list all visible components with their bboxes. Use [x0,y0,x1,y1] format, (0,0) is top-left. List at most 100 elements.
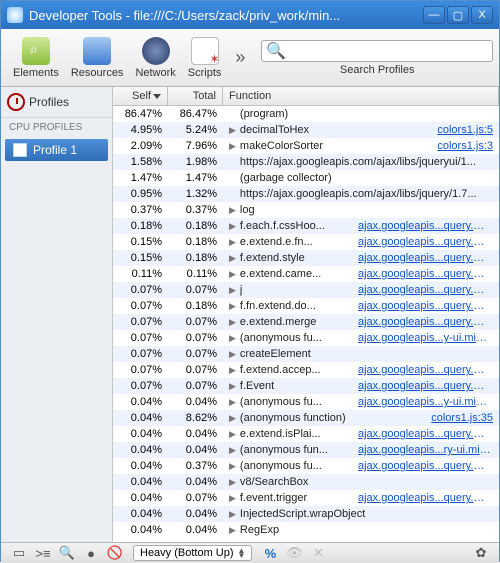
cell-self: 0.04% [113,444,168,456]
record-icon[interactable]: ● [83,545,99,561]
expand-icon[interactable]: ▶ [229,301,236,312]
table-row[interactable]: 0.07%0.07%▶jajax.googleapis...query.min.… [113,282,499,298]
minimize-button[interactable]: — [423,6,445,24]
expand-icon[interactable]: ▶ [229,493,236,504]
expand-icon[interactable]: ▶ [229,317,236,328]
expand-icon[interactable]: ▶ [229,349,236,360]
col-self[interactable]: Self [113,87,168,105]
source-link[interactable]: ajax.googleapis...ry-ui.min.js:9 [358,444,493,456]
source-link[interactable]: ajax.googleapis...query.min.js:2 [358,284,493,296]
drawer-icon[interactable]: >≡ [35,545,51,561]
table-row[interactable]: 0.04%0.04%▶(anonymous fun...ajax.googlea… [113,442,499,458]
source-link[interactable]: colors1.js:5 [437,124,493,136]
source-link[interactable]: ajax.googleapis...query.min.js:4 [358,252,493,264]
expand-icon[interactable]: ▶ [229,509,236,520]
table-row[interactable]: 0.07%0.07%▶f.Eventajax.googleapis...quer… [113,378,499,394]
table-row[interactable]: 86.47%86.47%▶(program) [113,106,499,122]
table-row[interactable]: 0.07%0.07%▶createElement [113,346,499,362]
expand-icon[interactable]: ▶ [229,253,236,264]
focus-icon[interactable]: 👁 [286,545,302,561]
expand-icon[interactable]: ▶ [229,381,236,392]
search-input[interactable] [289,44,488,58]
source-link[interactable]: ajax.googleapis...query.min.js:3 [358,380,493,392]
source-link[interactable]: ajax.googleapis...query.min.js:2 [358,268,493,280]
table-row[interactable]: 0.04%0.37%▶(anonymous fu...ajax.googleap… [113,458,499,474]
table-row[interactable]: 0.04%0.07%▶f.event.triggerajax.googleapi… [113,490,499,506]
table-row[interactable]: 0.15%0.18%▶f.extend.styleajax.googleapis… [113,250,499,266]
percent-toggle[interactable]: % [262,545,278,561]
expand-icon[interactable]: ▶ [229,365,236,376]
source-link[interactable]: ajax.googleapis...query.min.js:3 [358,492,493,504]
source-link[interactable]: ajax.googleapis...query.min.js:2 [358,364,493,376]
expand-icon[interactable]: ▶ [229,477,236,488]
source-link[interactable]: ajax.googleapis...query.min.js:2 [358,460,493,472]
col-function[interactable]: Function [223,87,499,105]
source-link[interactable]: ajax.googleapis...query.min.js:4 [358,220,493,232]
expand-icon[interactable]: ▶ [229,397,236,408]
cell-function: ▶(anonymous fun...ajax.googleapis...ry-u… [223,444,499,456]
source-link[interactable]: colors1.js:3 [437,140,493,152]
view-select[interactable]: Heavy (Bottom Up) ▲▼ [133,545,252,561]
table-row[interactable]: 0.04%0.04%▶v8/SearchBox [113,474,499,490]
table-row[interactable]: 0.37%0.37%▶log [113,202,499,218]
source-link[interactable]: ajax.googleapis...query.min.js:2 [358,236,493,248]
expand-icon[interactable]: ▶ [229,141,236,152]
table-row[interactable]: 1.47%1.47%▶(garbage collector) [113,170,499,186]
table-row[interactable]: 0.11%0.11%▶e.extend.came...ajax.googleap… [113,266,499,282]
table-row[interactable]: 0.18%0.18%▶f.each.f.cssHoo...ajax.google… [113,218,499,234]
source-link[interactable]: ajax.googleapis...query.min.js:2 [358,428,493,440]
console-icon[interactable]: ▭ [11,545,27,561]
table-row[interactable]: 1.58%1.98%▶https://ajax.googleapis.com/a… [113,154,499,170]
settings-icon[interactable]: ✿ [473,545,489,561]
more-tabs-button[interactable]: » [235,47,245,68]
maximize-button[interactable]: ▢ [447,6,469,24]
table-row[interactable]: 0.15%0.18%▶e.extend.e.fn...ajax.googleap… [113,234,499,250]
table-row[interactable]: 0.04%0.04%▶(anonymous fu...ajax.googleap… [113,394,499,410]
expand-icon[interactable]: ▶ [229,429,236,440]
table-row[interactable]: 0.07%0.07%▶e.extend.mergeajax.googleapis… [113,314,499,330]
resources-tab[interactable]: Resources [71,37,124,79]
source-link[interactable]: ajax.googleapis...y-ui.min.js:10 [358,396,493,408]
expand-icon[interactable]: ▶ [229,461,236,472]
cell-self: 0.15% [113,252,168,264]
cell-total: 1.47% [168,172,223,184]
expand-icon[interactable]: ▶ [229,333,236,344]
elements-tab[interactable]: ⌕ Elements [13,37,59,79]
table-row[interactable]: 0.07%0.07%▶f.extend.accep...ajax.googlea… [113,362,499,378]
table-row[interactable]: 2.09%7.96%▶makeColorSortercolors1.js:3 [113,138,499,154]
table-row[interactable]: 0.04%0.04%▶RegExp [113,522,499,538]
source-link[interactable]: ajax.googleapis...query.min.js:4 [358,300,493,312]
source-link[interactable]: ajax.googleapis...query.min.js:2 [358,316,493,328]
col-total[interactable]: Total [168,87,223,105]
grid-body[interactable]: 86.47%86.47%▶(program)4.95%5.24%▶decimal… [113,106,499,542]
source-link[interactable]: colors1.js:35 [431,412,493,424]
table-row[interactable]: 0.07%0.18%▶f.fn.extend.do...ajax.googlea… [113,298,499,314]
table-row[interactable]: 4.95%5.24%▶decimalToHexcolors1.js:5 [113,122,499,138]
expand-icon[interactable]: ▶ [229,413,236,424]
search-box[interactable]: 🔍 [261,40,493,62]
source-link[interactable]: ajax.googleapis...y-ui.min.js:14 [358,332,493,344]
search-status-icon[interactable]: 🔍 [59,545,75,561]
expand-icon[interactable]: ▶ [229,285,236,296]
table-row[interactable]: 0.95%1.32%▶https://ajax.googleapis.com/a… [113,186,499,202]
expand-icon[interactable]: ▶ [229,205,236,216]
scripts-tab[interactable]: ✶ Scripts [188,37,222,79]
close-button[interactable]: X [471,6,493,24]
expand-icon[interactable]: ▶ [229,237,236,248]
sidebar-item-profile1[interactable]: Profile 1 [5,139,108,161]
table-row[interactable]: 0.04%8.62%▶(anonymous function)colors1.j… [113,410,499,426]
expand-icon[interactable]: ▶ [229,221,236,232]
expand-icon[interactable]: ▶ [229,269,236,280]
expand-icon[interactable]: ▶ [229,125,236,136]
table-row[interactable]: 0.04%0.04%▶InjectedScript.wrapObject [113,506,499,522]
expand-icon[interactable]: ▶ [229,525,236,536]
function-name: (anonymous function) [240,412,425,424]
cell-total: 0.18% [168,220,223,232]
network-tab[interactable]: Network [135,37,175,79]
expand-icon[interactable]: ▶ [229,445,236,456]
table-row[interactable]: 0.07%0.07%▶(anonymous fu...ajax.googleap… [113,330,499,346]
delete-icon[interactable]: ✕ [310,545,326,561]
table-row[interactable]: 0.04%0.04%▶e.extend.isPlai...ajax.google… [113,426,499,442]
clear-icon[interactable]: 🚫 [107,545,123,561]
sidebar-profiles-header[interactable]: Profiles [1,87,112,118]
